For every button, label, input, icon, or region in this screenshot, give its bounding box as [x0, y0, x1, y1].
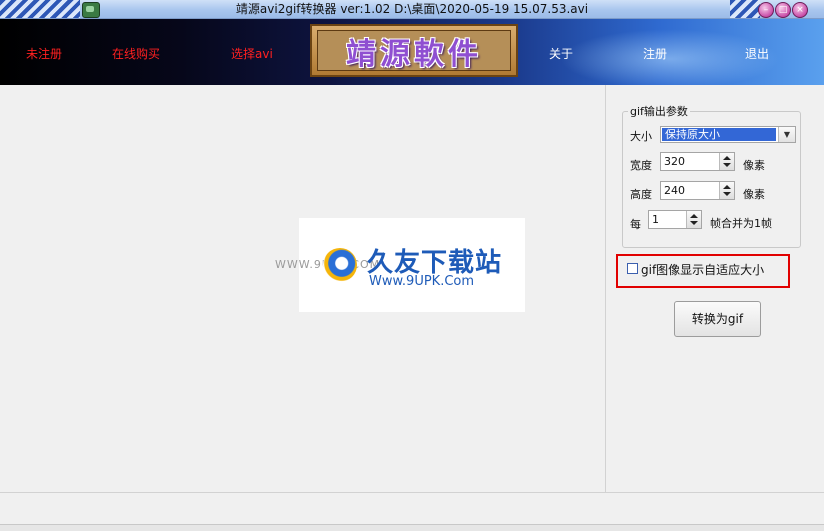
size-label: 大小: [630, 130, 652, 143]
size-select[interactable]: 保持原大小 ▼: [660, 126, 796, 143]
height-spin-buttons[interactable]: [719, 182, 734, 199]
frame-merge-spin-buttons[interactable]: [686, 211, 701, 228]
height-stepper[interactable]: 240: [660, 181, 735, 200]
menu-register[interactable]: 注册: [643, 45, 667, 62]
menu-about[interactable]: 关于: [549, 45, 573, 62]
close-button[interactable]: ×: [792, 2, 808, 18]
watermark-image: WWW.9UPK.COM 久友下载站 Www.9UPK.Com: [275, 218, 525, 312]
chevron-down-icon[interactable]: ▼: [778, 127, 795, 142]
title-bar-decoration-right: [730, 0, 760, 18]
menu-buy-online[interactable]: 在线购买: [112, 45, 160, 62]
brand-logo: 靖源軟件: [310, 24, 518, 77]
height-label: 高度: [630, 188, 652, 201]
title-bar: 靖源avi2gif转换器 ver:1.02 D:\桌面\2020-05-19 1…: [0, 0, 824, 19]
gif-params-title: gif输出参数: [628, 103, 690, 119]
width-label: 宽度: [630, 159, 652, 172]
menu-select-avi[interactable]: 选择avi: [231, 45, 273, 62]
header-banner: 未注册 在线购买 选择avi 靖源軟件 关于 注册 退出: [0, 19, 824, 85]
window-title: 靖源avi2gif转换器 ver:1.02 D:\桌面\2020-05-19 1…: [235, 2, 589, 16]
brand-logo-text: 靖源軟件: [346, 36, 482, 72]
frame-merge-stepper[interactable]: 1: [648, 210, 702, 229]
width-unit: 像素: [743, 159, 765, 172]
width-spin-buttons[interactable]: [719, 153, 734, 170]
every-label: 每: [630, 218, 641, 231]
minimize-button[interactable]: –: [758, 2, 774, 18]
maximize-button[interactable]: □: [775, 2, 791, 18]
frame-merge-suffix: 帧合并为1帧: [710, 217, 772, 230]
width-value: 320: [664, 155, 685, 168]
adaptive-size-label[interactable]: gif图像显示自适应大小: [641, 261, 764, 278]
height-value: 240: [664, 184, 685, 197]
menu-unregistered[interactable]: 未注册: [26, 45, 62, 62]
watermark-logo-icon: [323, 248, 357, 282]
watermark-subtitle: Www.9UPK.Com: [369, 274, 475, 289]
width-stepper[interactable]: 320: [660, 152, 735, 171]
adaptive-size-checkbox[interactable]: [627, 263, 638, 274]
brand-logo-plate: 靖源軟件: [317, 30, 511, 72]
size-select-value: 保持原大小: [662, 128, 776, 141]
menu-exit[interactable]: 退出: [745, 45, 769, 62]
height-unit: 像素: [743, 188, 765, 201]
frame-merge-value: 1: [652, 213, 659, 226]
convert-to-gif-button[interactable]: 转换为gif: [674, 301, 761, 337]
